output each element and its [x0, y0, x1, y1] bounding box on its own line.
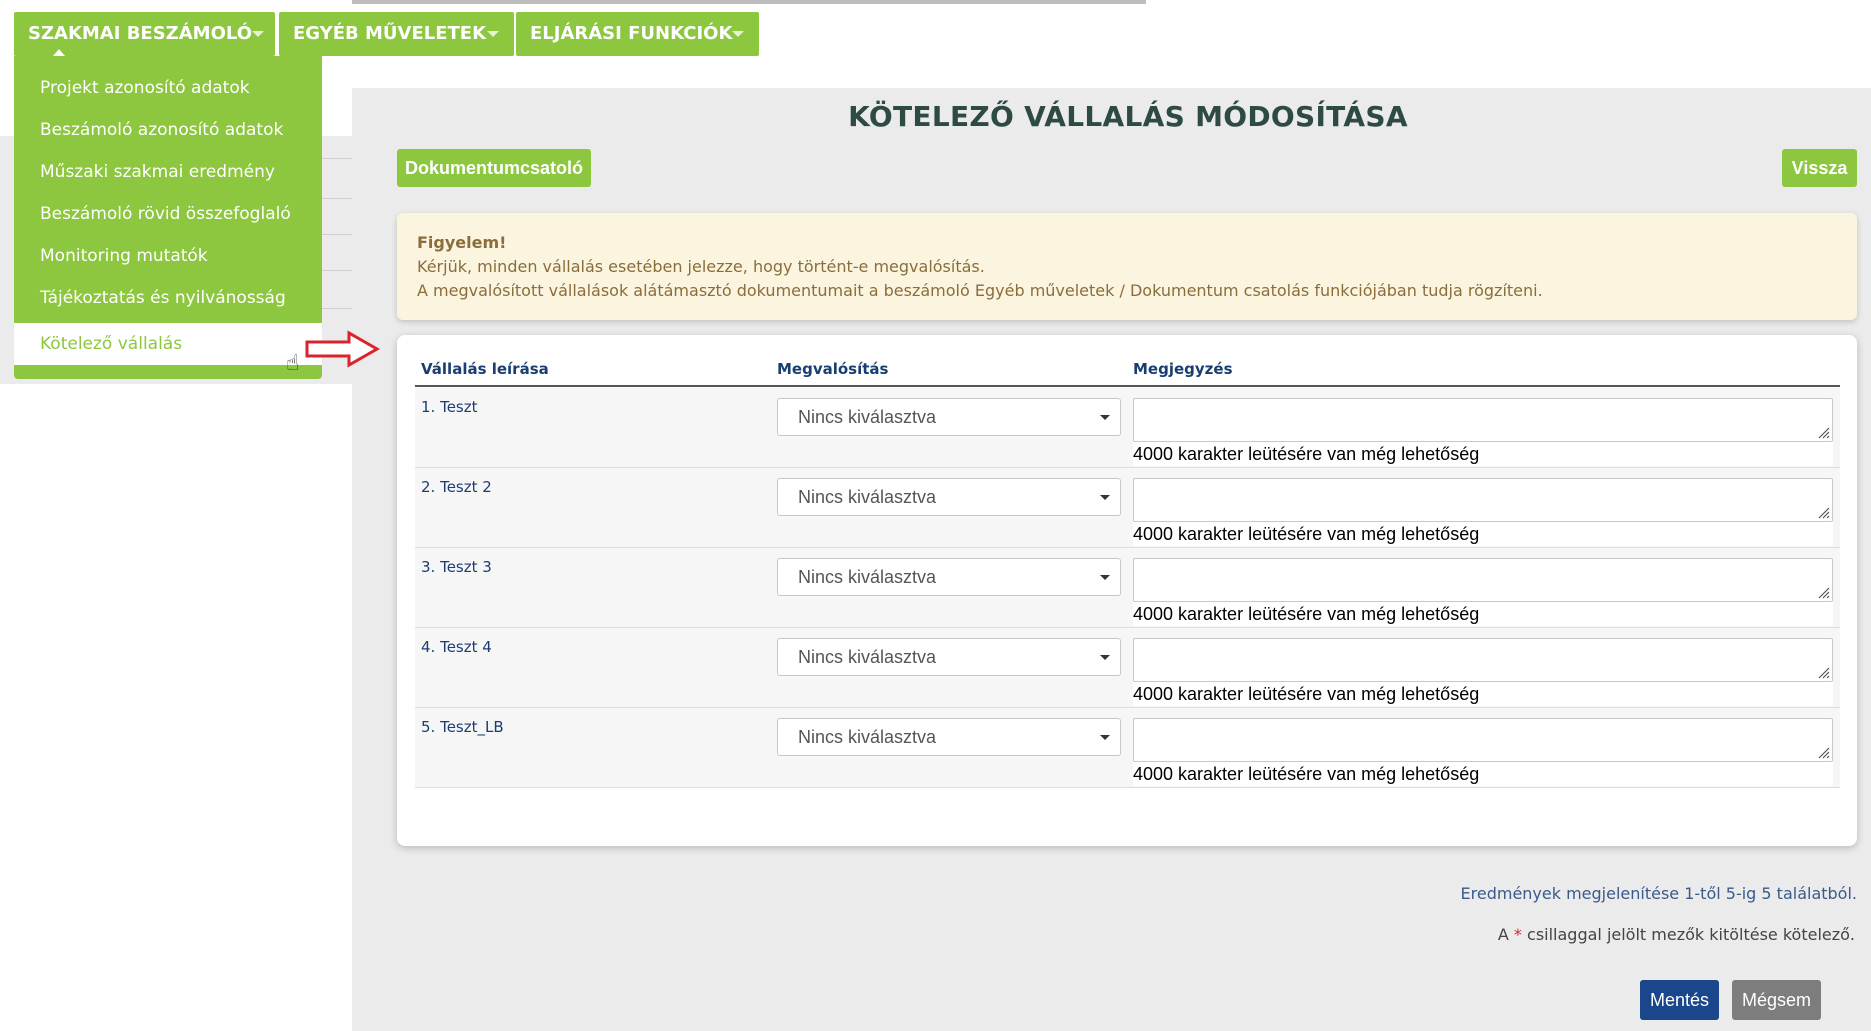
- select-value: Nincs kiválasztva: [798, 727, 937, 747]
- row-description: 2. Teszt 2: [421, 478, 492, 496]
- caret-down-icon: [1100, 735, 1110, 740]
- select-value: Nincs kiválasztva: [798, 567, 937, 587]
- column-header-note: Megjegyzés: [1133, 360, 1233, 378]
- implementation-select[interactable]: Nincs kiválasztva: [777, 398, 1121, 436]
- resize-grip-icon[interactable]: [1816, 745, 1830, 759]
- column-header-description: Vállalás leírása: [421, 360, 549, 378]
- caret-up-icon: [53, 49, 65, 56]
- dropdown-item-muszaki-szakmai[interactable]: Műszaki szakmai eredmény: [14, 151, 322, 193]
- menu-label: ELJÁRÁSI FUNKCIÓK: [530, 23, 733, 44]
- alert-line: Kérjük, minden vállalás esetében jelezze…: [417, 257, 985, 276]
- select-value: Nincs kiválasztva: [798, 407, 937, 427]
- resize-grip-icon[interactable]: [1816, 425, 1830, 439]
- note-textarea[interactable]: [1133, 558, 1833, 602]
- hand-cursor-icon: ☝: [286, 350, 300, 375]
- table-row: 4. Teszt 4 Nincs kiválasztva 4000 karakt…: [415, 628, 1840, 708]
- dropdown-item-monitoring[interactable]: Monitoring mutatók: [14, 235, 322, 277]
- save-button[interactable]: Mentés: [1640, 980, 1719, 1020]
- note-textarea[interactable]: [1133, 718, 1833, 762]
- character-counter: 4000 karakter leütésére van még lehetősé…: [1133, 522, 1833, 546]
- divider: [320, 234, 352, 235]
- document-attach-button[interactable]: Dokumentumcsatoló: [397, 149, 591, 187]
- divider: [320, 198, 352, 199]
- implementation-select[interactable]: Nincs kiválasztva: [777, 718, 1121, 756]
- pagination-info: Eredmények megjelenítése 1-től 5-ig 5 ta…: [1460, 884, 1857, 903]
- note-textarea[interactable]: [1133, 398, 1833, 442]
- required-fields-note: A * csillaggal jelölt mezők kitöltése kö…: [1498, 925, 1855, 944]
- required-prefix: A: [1497, 925, 1509, 944]
- resize-grip-icon[interactable]: [1816, 665, 1830, 679]
- warning-alert: Figyelem! Kérjük, minden vállalás esetéb…: [397, 213, 1857, 320]
- menu-label: EGYÉB MŰVELETEK: [293, 23, 487, 44]
- implementation-select[interactable]: Nincs kiválasztva: [777, 558, 1121, 596]
- dropdown-item-rovid-osszefoglalo[interactable]: Beszámoló rövid összefoglaló: [14, 193, 322, 235]
- row-description: 3. Teszt 3: [421, 558, 492, 576]
- red-arrow-icon: [305, 330, 381, 368]
- select-value: Nincs kiválasztva: [798, 647, 937, 667]
- row-description: 1. Teszt: [421, 398, 478, 416]
- table-row: 5. Teszt_LB Nincs kiválasztva 4000 karak…: [415, 708, 1840, 788]
- character-counter: 4000 karakter leütésére van még lehetősé…: [1133, 682, 1833, 706]
- header-divider: [415, 385, 1840, 387]
- resize-grip-icon[interactable]: [1816, 505, 1830, 519]
- resize-grip-icon[interactable]: [1816, 585, 1830, 599]
- character-counter: 4000 karakter leütésére van még lehetősé…: [1133, 602, 1833, 626]
- alert-line: A megvalósított vállalások alátámasztó d…: [417, 281, 1543, 300]
- menu-szakmai-beszamolo[interactable]: SZAKMAI BESZÁMOLÓ: [14, 12, 275, 56]
- column-header-implementation: Megvalósítás: [777, 360, 889, 378]
- caret-down-icon: [1100, 655, 1110, 660]
- required-star: *: [1513, 925, 1522, 944]
- note-textarea[interactable]: [1133, 478, 1833, 522]
- caret-down-icon: [252, 31, 264, 37]
- caret-down-icon: [1100, 495, 1110, 500]
- menu-label: SZAKMAI BESZÁMOLÓ: [28, 23, 253, 44]
- menu-egyeb-muveletek[interactable]: EGYÉB MŰVELETEK: [279, 12, 514, 56]
- divider: [320, 270, 352, 271]
- character-counter: 4000 karakter leütésére van még lehetősé…: [1133, 762, 1833, 786]
- page-title: KÖTELEZŐ VÁLLALÁS MÓDOSÍTÁSA: [848, 100, 1408, 133]
- implementation-select[interactable]: Nincs kiválasztva: [777, 638, 1121, 676]
- table-row: 1. Teszt Nincs kiválasztva 4000 karakter…: [415, 388, 1840, 468]
- implementation-select[interactable]: Nincs kiválasztva: [777, 478, 1121, 516]
- back-button[interactable]: Vissza: [1782, 149, 1857, 187]
- dropdown-item-kotelezo-vallalas[interactable]: Kötelező vállalás: [14, 323, 322, 365]
- divider: [320, 158, 352, 159]
- caret-down-icon: [1100, 415, 1110, 420]
- select-value: Nincs kiválasztva: [798, 487, 937, 507]
- note-textarea[interactable]: [1133, 638, 1833, 682]
- dropdown-item-tajekoztatas[interactable]: Tájékoztatás és nyilvánosság: [14, 277, 322, 319]
- menu-eljarasi-funkciok[interactable]: ELJÁRÁSI FUNKCIÓK: [516, 12, 759, 56]
- required-suffix: csillaggal jelölt mezők kitöltése kötele…: [1527, 925, 1855, 944]
- szakmai-beszamolo-dropdown: Projekt azonosító adatok Beszámoló azono…: [14, 56, 322, 379]
- table-row: 3. Teszt 3 Nincs kiválasztva 4000 karakt…: [415, 548, 1840, 628]
- dropdown-item-beszamolo-azonosito[interactable]: Beszámoló azonosító adatok: [14, 109, 322, 151]
- top-right-area: [1146, 0, 1871, 88]
- table-row: 2. Teszt 2 Nincs kiválasztva 4000 karakt…: [415, 468, 1840, 548]
- divider: [320, 308, 352, 309]
- row-description: 4. Teszt 4: [421, 638, 492, 656]
- caret-down-icon: [1100, 575, 1110, 580]
- row-description: 5. Teszt_LB: [421, 718, 504, 736]
- character-counter: 4000 karakter leütésére van még lehetősé…: [1133, 442, 1833, 466]
- alert-title: Figyelem!: [417, 233, 507, 252]
- cancel-button[interactable]: Mégsem: [1732, 980, 1821, 1020]
- caret-down-icon: [732, 31, 744, 37]
- dropdown-item-projekt-azonosito[interactable]: Projekt azonosító adatok: [14, 67, 322, 109]
- caret-down-icon: [487, 31, 499, 37]
